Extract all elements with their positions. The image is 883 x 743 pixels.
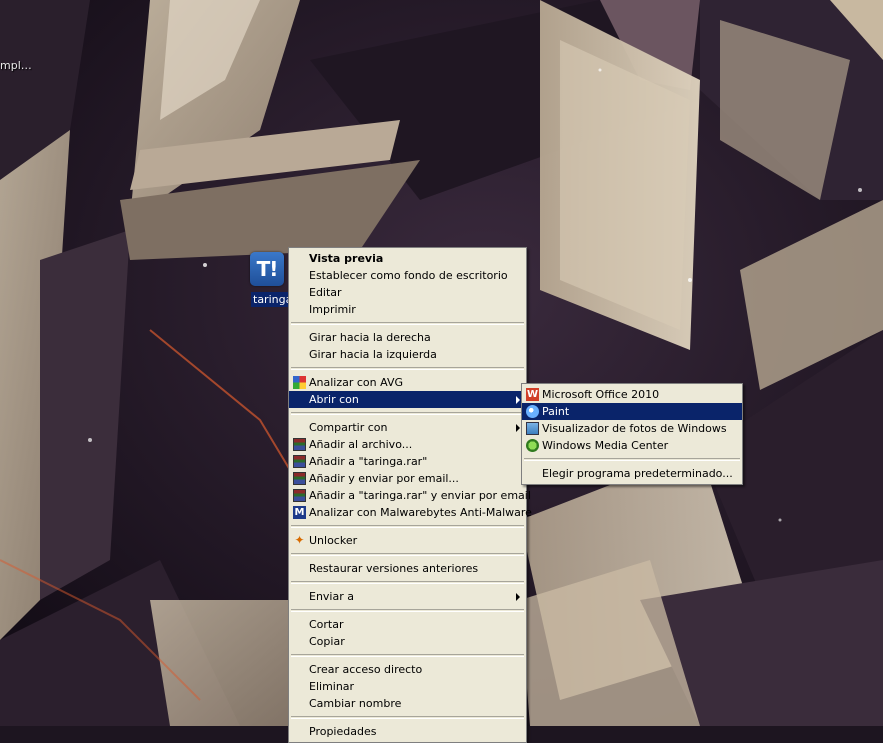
menu-item-label: Girar hacia la izquierda [309,348,437,361]
menu-item-vista-previa[interactable]: Vista previa [289,250,526,267]
menu-item-label: Crear acceso directo [309,663,423,676]
menu-item-compartir-con[interactable]: Compartir con [289,419,526,436]
menu-item-crear-acceso-directo[interactable]: Crear acceso directo [289,661,526,678]
submenu-item-photo-viewer[interactable]: Visualizador de fotos de Windows [522,420,742,437]
menu-item-eliminar[interactable]: Eliminar [289,678,526,695]
menu-item-label: Añadir a "taringa.rar" y enviar por emai… [309,489,531,502]
photo-viewer-icon [526,422,539,435]
menu-item-anadir-rar-email[interactable]: Añadir a "taringa.rar" y enviar por emai… [289,487,531,504]
media-center-icon [526,439,539,452]
menu-item-cambiar-nombre[interactable]: Cambiar nombre [289,695,526,712]
menu-item-anadir-email[interactable]: Añadir y enviar por email... [289,470,526,487]
submenu-arrow-icon [516,593,520,601]
menu-item-anadir-archivo[interactable]: Añadir al archivo... [289,436,526,453]
menu-separator [291,367,524,370]
menu-separator [291,553,524,556]
menu-item-label: Añadir y enviar por email... [309,472,459,485]
desktop-icon-taringa[interactable]: T! taringa [250,252,295,307]
taringa-icon[interactable]: T! [250,252,284,286]
menu-item-cortar[interactable]: Cortar [289,616,526,633]
menu-separator [291,525,524,528]
submenu-item-office[interactable]: W Microsoft Office 2010 [522,386,742,403]
menu-item-label: Unlocker [309,534,358,547]
menu-separator [291,412,524,415]
menu-item-label: Copiar [309,635,345,648]
context-menu: Vista previa Establecer como fondo de es… [288,247,532,743]
malwarebytes-icon: M [293,506,306,519]
submenu-item-media-center[interactable]: Windows Media Center [522,437,742,454]
menu-item-label: Añadir al archivo... [309,438,413,451]
unlocker-wand-icon: ✦ [294,533,305,547]
menu-item-establecer-fondo[interactable]: Establecer como fondo de escritorio [289,267,526,284]
menu-separator [291,654,524,657]
menu-item-copiar[interactable]: Copiar [289,633,526,650]
winrar-icon [293,472,306,485]
submenu-item-choose-default[interactable]: Elegir programa predeterminado... [522,465,742,482]
menu-item-label: Analizar con Malwarebytes Anti-Malware [309,506,532,519]
menu-item-label: Propiedades [309,725,377,738]
paint-palette-icon [526,405,539,418]
winrar-icon [293,455,306,468]
winrar-icon [293,489,306,502]
menu-item-imprimir[interactable]: Imprimir [289,301,526,318]
menu-item-enviar-a[interactable]: Enviar a [289,588,526,605]
menu-item-malwarebytes[interactable]: M Analizar con Malwarebytes Anti-Malware [289,504,532,521]
menu-item-label: Imprimir [309,303,356,316]
menu-item-label: Editar [309,286,342,299]
menu-separator [524,458,740,461]
menu-item-analizar-avg[interactable]: Analizar con AVG [289,374,526,391]
menu-item-label: Windows Media Center [542,439,669,452]
menu-item-label: Compartir con [309,421,388,434]
menu-separator [291,609,524,612]
menu-item-girar-derecha[interactable]: Girar hacia la derecha [289,329,526,346]
winrar-icon [293,438,306,451]
menu-item-label: Elegir programa predeterminado... [542,467,733,480]
menu-separator [291,581,524,584]
menu-item-label: Analizar con AVG [309,376,403,389]
avg-icon [293,376,306,389]
menu-item-label: Cortar [309,618,344,631]
menu-item-label: Abrir con [309,393,359,406]
desktop-truncated-label[interactable]: mpl… [0,59,32,72]
menu-item-girar-izquierda[interactable]: Girar hacia la izquierda [289,346,526,363]
open-with-submenu: W Microsoft Office 2010 Paint Visualizado… [521,383,743,485]
menu-separator [291,322,524,325]
menu-item-label: Vista previa [309,252,384,265]
submenu-arrow-icon [516,396,520,404]
menu-item-label: Eliminar [309,680,355,693]
menu-item-editar[interactable]: Editar [289,284,526,301]
menu-separator [291,716,524,719]
menu-item-anadir-rar[interactable]: Añadir a "taringa.rar" [289,453,526,470]
menu-item-label: Microsoft Office 2010 [542,388,660,401]
menu-item-label: Cambiar nombre [309,697,402,710]
menu-item-restaurar-versiones[interactable]: Restaurar versiones anteriores [289,560,526,577]
menu-item-label: Añadir a "taringa.rar" [309,455,428,468]
menu-item-label: Girar hacia la derecha [309,331,431,344]
menu-item-unlocker[interactable]: ✦ Unlocker [289,532,526,549]
menu-item-label: Paint [542,405,570,418]
menu-item-label: Establecer como fondo de escritorio [309,269,508,282]
office-icon: W [526,388,539,401]
menu-item-label: Enviar a [309,590,354,603]
menu-item-label: Visualizador de fotos de Windows [542,422,727,435]
menu-item-label: Restaurar versiones anteriores [309,562,479,575]
menu-item-abrir-con[interactable]: Abrir con [289,391,526,408]
submenu-arrow-icon [516,424,520,432]
submenu-item-paint[interactable]: Paint [522,403,742,420]
